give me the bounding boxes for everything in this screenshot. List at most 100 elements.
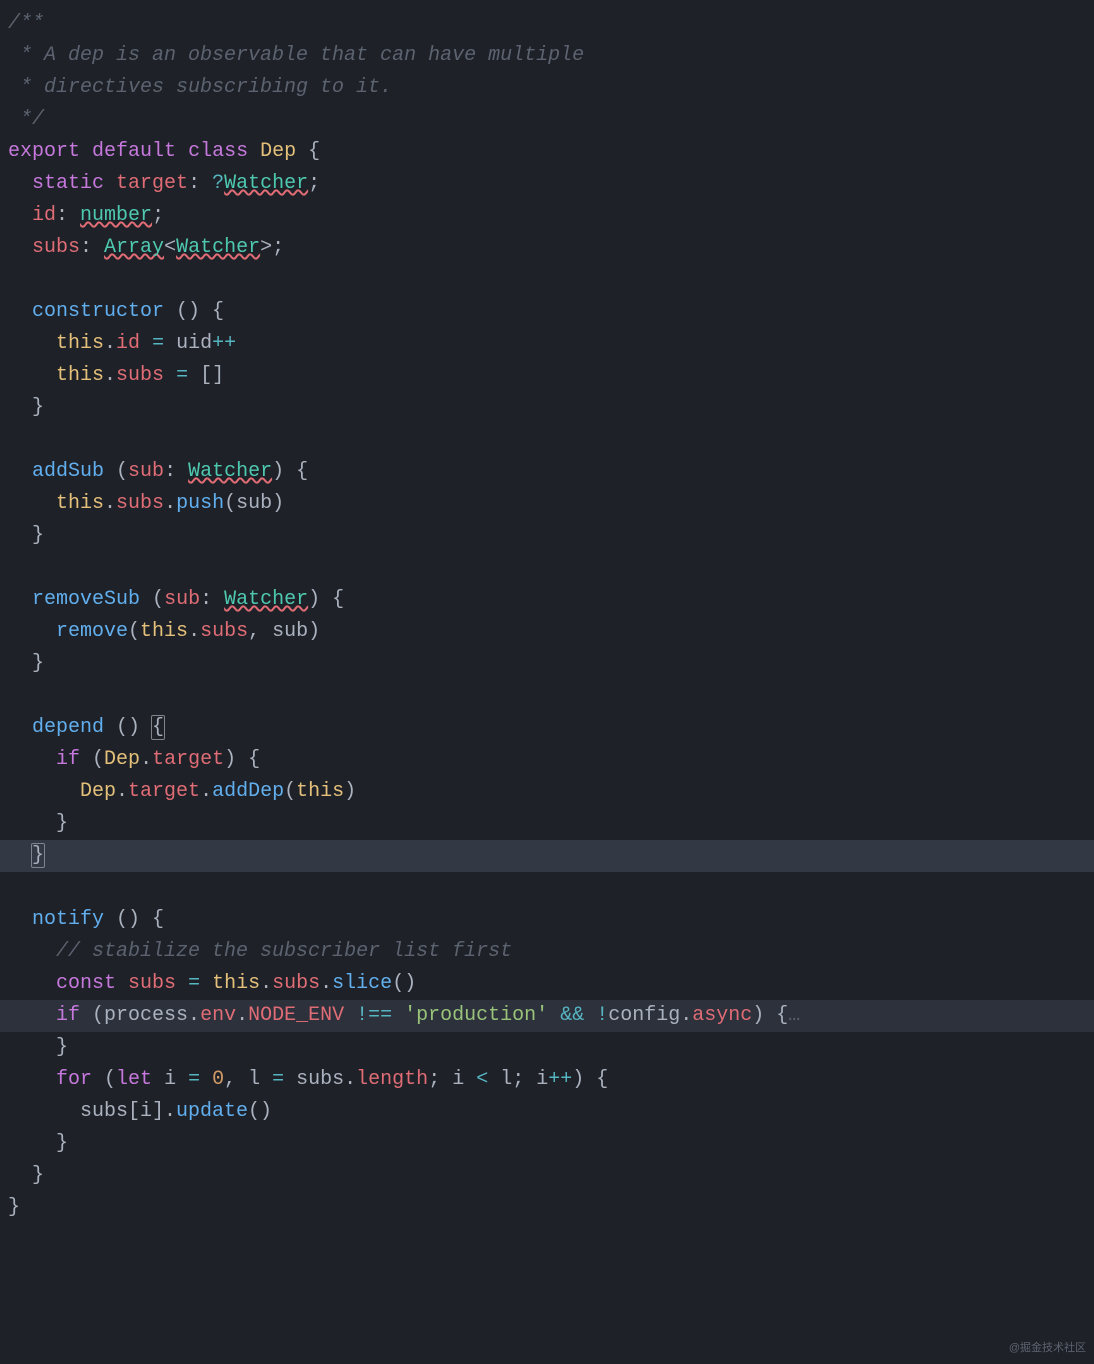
code-token: ! bbox=[596, 1004, 608, 1027]
code-token: ( bbox=[140, 588, 164, 611]
code-token: = bbox=[152, 332, 164, 355]
code-token bbox=[200, 1068, 212, 1091]
code-token bbox=[8, 844, 32, 867]
code-token: addSub bbox=[32, 460, 104, 483]
code-token: . bbox=[188, 620, 200, 643]
code-line[interactable]: export default class Dep { bbox=[8, 136, 1086, 168]
code-token: config. bbox=[608, 1004, 692, 1027]
code-line[interactable]: this.subs = [] bbox=[8, 360, 1086, 392]
code-line[interactable]: } bbox=[8, 1032, 1086, 1064]
code-line[interactable]: subs[i].update() bbox=[8, 1096, 1086, 1128]
code-line[interactable]: } bbox=[0, 840, 1094, 872]
code-token: . bbox=[320, 972, 332, 995]
code-line[interactable]: } bbox=[8, 808, 1086, 840]
code-token: this bbox=[140, 620, 188, 643]
code-token: const bbox=[56, 972, 116, 995]
code-line[interactable]: } bbox=[8, 1128, 1086, 1160]
code-token bbox=[104, 172, 116, 195]
code-token: slice bbox=[332, 972, 392, 995]
code-token bbox=[8, 972, 56, 995]
code-token: . bbox=[104, 364, 116, 387]
code-token: () bbox=[392, 972, 416, 995]
code-line[interactable]: for (let i = 0, l = subs.length; i < l; … bbox=[8, 1064, 1086, 1096]
code-token: = bbox=[176, 364, 188, 387]
code-token: this bbox=[296, 780, 344, 803]
code-token: push bbox=[176, 492, 224, 515]
code-token: : bbox=[200, 588, 224, 611]
code-token: Dep bbox=[80, 780, 116, 803]
code-token bbox=[8, 716, 32, 739]
code-line[interactable] bbox=[8, 872, 1086, 904]
code-token bbox=[8, 908, 32, 931]
code-token bbox=[8, 204, 32, 227]
code-line[interactable]: addSub (sub: Watcher) { bbox=[8, 456, 1086, 488]
code-line[interactable]: if (process.env.NODE_ENV !== 'production… bbox=[0, 1000, 1094, 1032]
code-token bbox=[8, 332, 56, 355]
code-line[interactable]: Dep.target.addDep(this) bbox=[8, 776, 1086, 808]
code-line[interactable]: constructor () { bbox=[8, 296, 1086, 328]
code-token: 0 bbox=[212, 1068, 224, 1091]
code-token: target bbox=[116, 172, 188, 195]
code-line[interactable]: * directives subscribing to it. bbox=[8, 72, 1086, 104]
code-token: } bbox=[8, 524, 44, 547]
code-token: subs bbox=[116, 364, 164, 387]
code-token: : bbox=[56, 204, 80, 227]
code-line[interactable]: /** bbox=[8, 8, 1086, 40]
code-line[interactable]: } bbox=[8, 392, 1086, 424]
code-line[interactable] bbox=[8, 424, 1086, 456]
code-line[interactable]: } bbox=[8, 520, 1086, 552]
code-token: l; i bbox=[488, 1068, 548, 1091]
code-line[interactable]: this.id = uid++ bbox=[8, 328, 1086, 360]
code-line[interactable]: const subs = this.subs.slice() bbox=[8, 968, 1086, 1000]
code-token bbox=[8, 588, 32, 611]
code-editor[interactable]: /** * A dep is an observable that can ha… bbox=[0, 0, 1094, 1232]
code-token: Watcher bbox=[224, 172, 308, 195]
code-line[interactable]: remove(this.subs, sub) bbox=[8, 616, 1086, 648]
code-token bbox=[248, 140, 260, 163]
code-token: } bbox=[8, 1196, 20, 1219]
code-token: this bbox=[56, 492, 104, 515]
code-token: NODE_ENV bbox=[248, 1004, 344, 1027]
code-line[interactable] bbox=[8, 264, 1086, 296]
code-line[interactable]: depend () { bbox=[8, 712, 1086, 744]
code-token: ++ bbox=[548, 1068, 572, 1091]
code-token: ) { bbox=[308, 588, 344, 611]
code-token: : bbox=[80, 236, 104, 259]
code-token: class bbox=[188, 140, 248, 163]
code-token: } bbox=[8, 652, 44, 675]
code-line[interactable]: } bbox=[8, 1192, 1086, 1224]
code-token: ( bbox=[284, 780, 296, 803]
code-token: for bbox=[56, 1068, 92, 1091]
code-token: = bbox=[188, 1068, 200, 1091]
code-line[interactable]: removeSub (sub: Watcher) { bbox=[8, 584, 1086, 616]
code-line[interactable] bbox=[8, 552, 1086, 584]
code-line[interactable]: */ bbox=[8, 104, 1086, 136]
code-token: = bbox=[272, 1068, 284, 1091]
code-line[interactable] bbox=[8, 680, 1086, 712]
code-token: < bbox=[476, 1068, 488, 1091]
code-token: } bbox=[8, 1164, 44, 1187]
code-token: () bbox=[104, 716, 152, 739]
code-token bbox=[8, 940, 56, 963]
code-line[interactable]: if (Dep.target) { bbox=[8, 744, 1086, 776]
code-line[interactable]: subs: Array<Watcher>; bbox=[8, 232, 1086, 264]
code-token: constructor bbox=[32, 300, 164, 323]
code-line[interactable]: id: number; bbox=[8, 200, 1086, 232]
code-line[interactable]: static target: ?Watcher; bbox=[8, 168, 1086, 200]
code-line[interactable]: } bbox=[8, 1160, 1086, 1192]
code-token: . bbox=[104, 332, 116, 355]
code-line[interactable]: notify () { bbox=[8, 904, 1086, 936]
code-token: export bbox=[8, 140, 80, 163]
code-token: . bbox=[236, 1004, 248, 1027]
code-token: } bbox=[31, 843, 45, 868]
code-token bbox=[8, 460, 32, 483]
code-token: ( bbox=[80, 748, 104, 771]
code-token: addDep bbox=[212, 780, 284, 803]
code-token: id bbox=[116, 332, 140, 355]
code-token bbox=[8, 780, 80, 803]
code-line[interactable]: } bbox=[8, 648, 1086, 680]
code-line[interactable]: * A dep is an observable that can have m… bbox=[8, 40, 1086, 72]
code-line[interactable]: this.subs.push(sub) bbox=[8, 488, 1086, 520]
code-line[interactable]: // stabilize the subscriber list first bbox=[8, 936, 1086, 968]
code-token bbox=[8, 620, 56, 643]
